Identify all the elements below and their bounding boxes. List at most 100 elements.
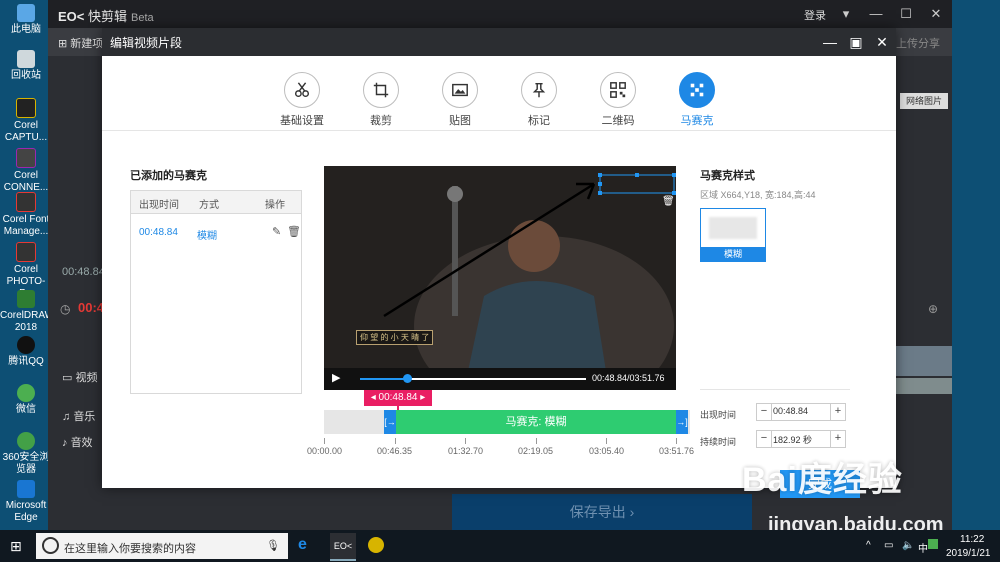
column-header: 出现时间 [139, 200, 179, 211]
timeline-ruler [324, 438, 690, 444]
baidu-watermark: Bai度经验 [742, 461, 903, 499]
tab-marker[interactable]: 标记 [504, 72, 574, 128]
edit-icon[interactable]: ✎ [272, 225, 281, 238]
desktop-icon-coreldraw[interactable]: CorelDRAW 2018 [0, 290, 54, 334]
table-row[interactable]: 00:48.84 模糊 ✎ 🗑 [131, 214, 301, 250]
tray-chevron-icon[interactable]: ^ [866, 540, 871, 551]
segment-end-handle[interactable]: →] [676, 410, 688, 434]
desktop-icon-corel-capture[interactable]: Corel CAPTU... [0, 98, 52, 144]
desktop-icon-360[interactable]: 360安全浏览器 [0, 432, 52, 476]
tab-crop[interactable]: 裁剪 [346, 72, 416, 128]
clock-time[interactable]: 11:22 [960, 534, 984, 545]
microphone-icon[interactable]: 🎙 [266, 539, 280, 552]
coreldraw-icon [17, 290, 35, 308]
app-time-red: 00:4 [78, 300, 105, 315]
dialog-maximize-icon[interactable]: ▣ [846, 32, 866, 52]
tab-qrcode[interactable]: 二维码 [583, 72, 653, 128]
appear-time-label: 出现时间 [700, 410, 737, 420]
scissors-icon [284, 72, 320, 108]
desktop-icon-wechat[interactable]: 微信 [0, 384, 52, 416]
edge-taskbar-icon[interactable]: e [298, 536, 307, 554]
mosaic-delete-icon[interactable]: 🗑 [662, 196, 675, 207]
menu-icon[interactable]: ▾ [836, 4, 856, 24]
recycle-bin-icon [17, 50, 35, 68]
clock-date[interactable]: 2019/1/21 [946, 548, 991, 559]
tabs-divider [102, 130, 896, 131]
video-frame [324, 166, 676, 390]
maximize-icon[interactable]: ☐ [896, 4, 916, 24]
app-logo: EO< 快剪辑 Beta [58, 9, 154, 24]
delete-icon[interactable]: 🗑 [287, 225, 301, 238]
timeline-tick: 00:00.00 [307, 446, 343, 456]
segment-start-handle[interactable]: [→ [384, 410, 396, 434]
decrement-button[interactable]: − [757, 431, 772, 447]
kuaijianji-taskbar-icon[interactable]: EO< [330, 533, 356, 561]
video-preview[interactable]: 仰 望 的 小 天 晴 了 🗑 [324, 166, 676, 390]
export-button[interactable]: 保存导出 › [452, 494, 752, 530]
computer-icon [17, 4, 35, 22]
app-title-bar: EO< 快剪辑 Beta 登录 ▾ — ☐ ✕ [48, 0, 952, 28]
blur-thumbnail [709, 217, 757, 239]
video-subtitle: 仰 望 的 小 天 晴 了 [356, 330, 434, 345]
tab-sticker[interactable]: 贴图 [425, 72, 495, 128]
row-mode[interactable]: 模糊 [197, 227, 217, 242]
dialog-close-icon[interactable]: ✕ [872, 32, 892, 52]
appear-time-value[interactable]: 00:48.84 [773, 406, 808, 416]
appear-time-stepper[interactable]: − 00:48.84 + [756, 403, 846, 421]
row-time[interactable]: 00:48.84 [139, 227, 178, 238]
desktop-icon-qq[interactable]: 腾讯QQ [0, 336, 52, 368]
desktop-icon-label: Corel Font Manage... [2, 214, 50, 237]
windows-start-icon[interactable]: ⊞ [10, 538, 22, 555]
desktop-icon-corel-connect[interactable]: Corel CONNE... [0, 148, 52, 194]
tab-mosaic[interactable]: 马赛克 [662, 72, 732, 128]
tab-label: 标记 [528, 115, 550, 127]
progress-fill [360, 378, 408, 380]
desktop-icon-corel-font[interactable]: Corel Font Manage... [0, 192, 52, 238]
cortana-icon [42, 537, 59, 554]
minimize-icon[interactable]: — [866, 4, 886, 24]
timeline-tick: 00:46.35 [377, 446, 413, 456]
added-mosaic-title: 已添加的马赛克 [130, 170, 207, 182]
desktop-icon-label: Microsoft Edge [5, 500, 47, 523]
tab-label: 马赛克 [680, 115, 714, 127]
desktop-icon-recycle-bin[interactable]: 回收站 [0, 50, 52, 82]
zoom-in-icon[interactable]: ⊕ [928, 302, 938, 316]
desktop-icon-label: 微信 [16, 404, 36, 415]
style-card-blur[interactable]: 模糊 [700, 208, 766, 262]
video-control-bar: ▶ 00:48.84/03:51.76 [324, 368, 676, 390]
qrcode-icon [600, 72, 636, 108]
progress-knob[interactable] [403, 374, 413, 383]
increment-button[interactable]: + [830, 404, 845, 420]
paint-taskbar-icon[interactable] [368, 537, 384, 553]
upload-share-button[interactable]: 上传分享 [896, 35, 940, 51]
close-icon[interactable]: ✕ [926, 4, 946, 24]
column-header: 方式 [199, 200, 219, 211]
duration-stepper[interactable]: − 182.92 秒 + [756, 430, 846, 448]
network-icon[interactable]: ▭ [884, 540, 893, 551]
ime-icon[interactable]: 中 [918, 540, 928, 555]
login-link[interactable]: 登录 [804, 7, 826, 23]
timeline-tick: 03:05.40 [589, 446, 625, 456]
volume-icon[interactable]: 🔈 [902, 540, 914, 551]
wechat-tray-icon[interactable] [928, 539, 938, 549]
corel-connect-icon [16, 148, 36, 168]
dialog-minimize-icon[interactable]: — [820, 32, 840, 52]
increment-button[interactable]: + [830, 431, 845, 447]
mosaic-style-title: 马赛克样式 [700, 170, 755, 182]
tab-basic-settings[interactable]: 基础设置 [267, 72, 337, 128]
mosaic-icon [679, 72, 715, 108]
desktop-icon-this-pc[interactable]: 此电脑 [0, 4, 52, 36]
desktop-icon-label: 回收站 [11, 70, 41, 81]
audio-track-strip [896, 378, 952, 394]
new-project-button[interactable]: ⊞ 新建项 [58, 35, 103, 51]
duration-value[interactable]: 182.92 秒 [773, 433, 812, 446]
track-sfx: ♪ 音效 [62, 437, 93, 449]
mosaic-segment[interactable]: 马赛克: 模糊 [396, 410, 676, 434]
desktop-icon-edge[interactable]: Microsoft Edge [0, 480, 52, 524]
play-icon[interactable]: ▶ [332, 371, 340, 384]
taskbar-search[interactable]: 在这里输入你要搜索的内容 🎙 [36, 533, 288, 559]
decrement-button[interactable]: − [757, 404, 772, 420]
desktop-icon-label: Corel CAPTU... [4, 120, 48, 143]
corel-font-icon [16, 192, 36, 212]
net-image-button[interactable]: 网络图片 [900, 93, 948, 109]
